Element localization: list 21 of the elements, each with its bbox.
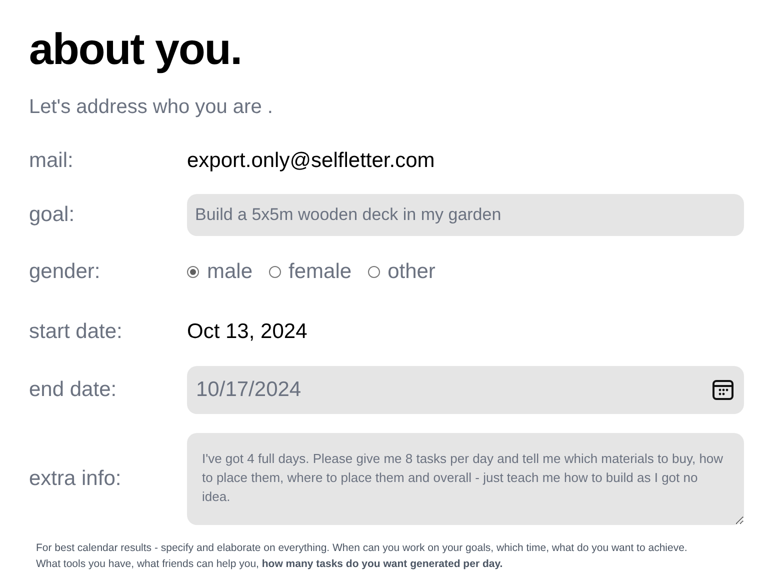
field-label: start date: — [29, 320, 122, 343]
field-value: export.only@selfletter.com — [187, 148, 435, 172]
field-label: extra info: — [29, 467, 122, 490]
radio-button[interactable] — [187, 266, 199, 278]
extra-info-textarea[interactable]: I've got 4 full days. Please give me 8 tasks per day and tell me which materials to buy, how to place them, where to place them and overall - just teach me how to build as I got no idea. — [187, 433, 744, 525]
radio-label[interactable]: female — [288, 256, 352, 288]
field-label: goal: — [29, 203, 75, 226]
field-label: mail: — [29, 148, 74, 172]
date-input[interactable]: 10/17/2024 — [187, 366, 744, 414]
field-value: Oct 13, 2024 — [187, 320, 308, 343]
goal-input[interactable]: Build a 5x5m wooden deck in my garden — [187, 194, 744, 236]
radio-button[interactable] — [268, 266, 281, 278]
help-note: For best calendar results - specify and elaborate on everything. When can you work on your goals, which time, what do you want to achieve. What tools you have, what friends can help you, how many tasks do you want generated per day. — [36, 541, 688, 572]
page-heading: about you. — [29, 26, 242, 74]
radio-button[interactable] — [368, 266, 380, 278]
field-label: end date: — [29, 378, 117, 402]
radio-label[interactable]: male — [207, 256, 253, 288]
calendar-icon[interactable] — [712, 379, 734, 401]
field-label: gender: — [29, 260, 100, 284]
radio-label[interactable]: other — [388, 256, 436, 288]
subtitle: Let's address who you are . — [29, 95, 273, 120]
